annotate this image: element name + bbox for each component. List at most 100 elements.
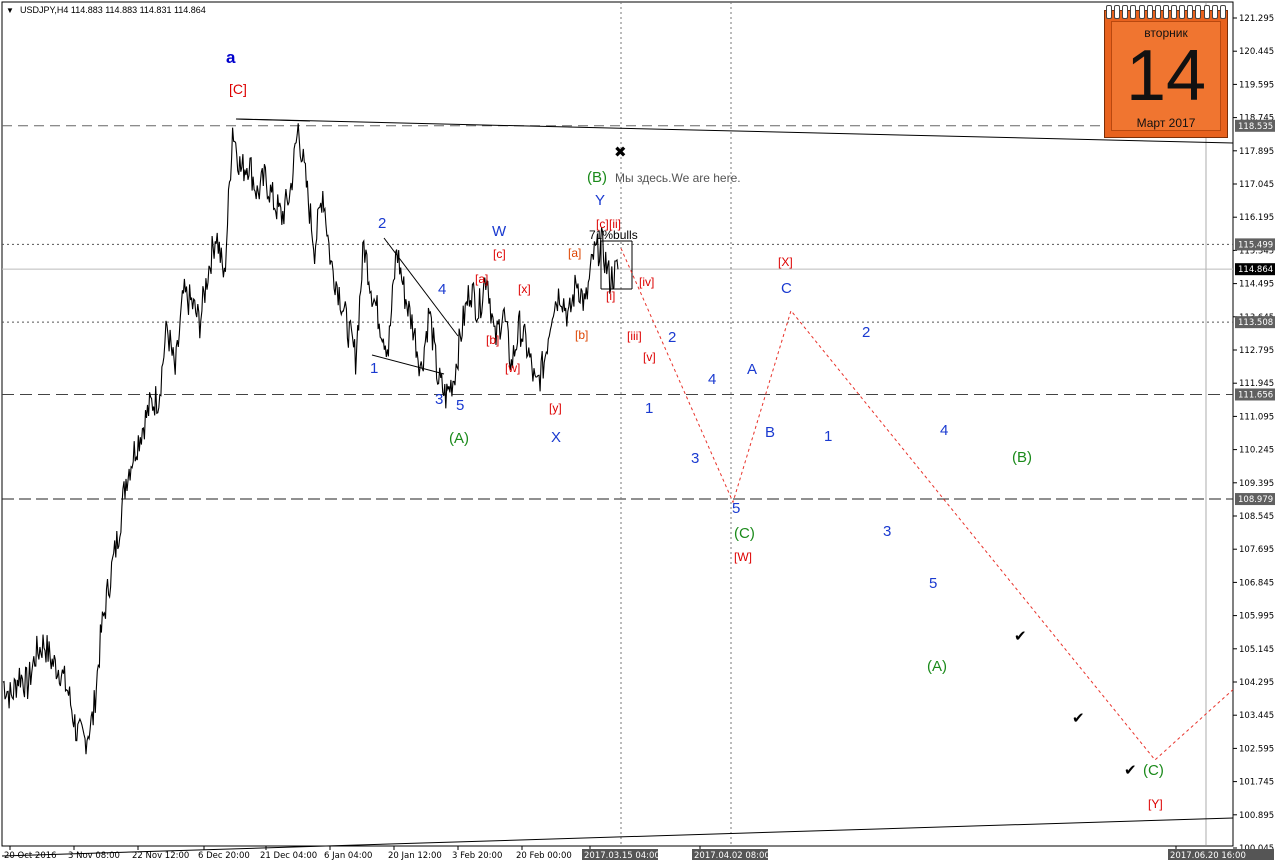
wave-label: Y (595, 192, 605, 209)
level-label-text: 118.535 (1238, 122, 1273, 132)
wave-label: (C) (734, 525, 755, 542)
wave-label: 3 (435, 391, 443, 408)
y-tick-label: 111.945 (1239, 379, 1274, 389)
wave-label: (C) (1143, 762, 1164, 779)
wave-label: [v] (643, 350, 656, 364)
y-tick-label: 100.895 (1239, 811, 1274, 821)
wave-label: 2 (668, 329, 676, 346)
wave-label: ✔ (1124, 762, 1137, 779)
y-tick-label: 121.295 (1239, 14, 1274, 24)
wave-label: 4 (940, 422, 948, 439)
wave-label: [Y] (1148, 797, 1163, 811)
x-tick-label: 2017.06.20 16:00 (1170, 851, 1246, 861)
level-label-text: 108.979 (1238, 495, 1273, 505)
wave-label: [i] (606, 289, 615, 303)
level-label-text: 114.864 (1238, 265, 1273, 275)
x-tick-label: 6 Jan 04:00 (324, 851, 372, 861)
calendar-page: вторник 14 Март 2017 (1111, 21, 1221, 131)
wave-label: 5 (929, 575, 937, 592)
x-tick-label: 20 Oct 2016 (4, 851, 57, 861)
wave-label: (A) (449, 430, 469, 447)
header-arrow-icon[interactable]: ▼ (6, 6, 14, 15)
wave-label: [X] (778, 255, 793, 269)
wave-label: [iv] (639, 275, 654, 289)
wave-label: ✔ (1072, 710, 1085, 727)
x-tick-label: 3 Feb 20:00 (452, 851, 502, 861)
y-tick-label: 114.495 (1239, 280, 1274, 290)
wave-label: X (551, 429, 561, 446)
price-chart[interactable]: a[C]Мы здесь.We are here.(B)Y71%bulls[c]… (0, 0, 1276, 866)
x-tick-label: 21 Dec 04:00 (260, 851, 317, 861)
y-tick-label: 112.795 (1239, 346, 1274, 356)
wave-label: 4 (438, 281, 446, 298)
x-tick-label: 6 Dec 20:00 (198, 851, 250, 861)
chart-background (0, 0, 1276, 866)
wave-label: [c] (493, 247, 506, 261)
wave-label: [b] (486, 333, 499, 347)
wave-label: C (781, 280, 792, 297)
header-symbol-ohlc: USDJPY,H4 114.883 114.883 114.831 114.86… (20, 5, 206, 15)
wave-label: (B) (587, 169, 607, 186)
wave-label: [w] (505, 361, 520, 375)
wave-label: B (765, 424, 775, 441)
wave-label: A (747, 361, 757, 378)
calendar-month: Март 2017 (1136, 116, 1196, 130)
y-tick-label: 111.095 (1239, 412, 1274, 422)
y-tick-label: 110.245 (1239, 446, 1274, 456)
wave-label: Мы здесь.We are here. (615, 171, 741, 185)
wave-label: W (492, 223, 507, 240)
calendar-rings (1105, 5, 1227, 19)
x-tick-label: 3 Nov 08:00 (68, 851, 120, 861)
level-label-text: 113.508 (1238, 318, 1273, 328)
y-tick-label: 116.195 (1239, 213, 1274, 223)
y-tick-label: 107.695 (1239, 545, 1274, 555)
wave-label: 1 (824, 428, 832, 445)
wave-label: [c] (596, 217, 609, 231)
wave-label: 5 (456, 397, 464, 414)
y-tick-label: 117.045 (1239, 180, 1274, 190)
x-tick-label: 20 Jan 12:00 (388, 851, 442, 861)
wave-label: [x] (518, 282, 531, 296)
y-tick-label: 105.995 (1239, 612, 1274, 622)
wave-label: 1 (370, 360, 378, 377)
y-tick-label: 106.845 (1239, 578, 1274, 588)
y-tick-label: 117.895 (1239, 147, 1274, 157)
calendar-day: 14 (1125, 36, 1207, 116)
wave-label: [C] (229, 81, 247, 97)
y-tick-label: 101.745 (1239, 778, 1274, 788)
wave-label: [b] (575, 328, 588, 342)
y-tick-label: 102.595 (1239, 744, 1274, 754)
wave-label: 3 (691, 450, 699, 467)
wave-label: [W] (734, 550, 752, 564)
wave-label: [iii] (627, 329, 642, 343)
wave-label: ✔ (1014, 628, 1027, 645)
y-tick-label: 105.145 (1239, 645, 1274, 655)
wave-label: (A) (927, 658, 947, 675)
level-label-text: 115.499 (1238, 240, 1273, 250)
x-tick-label: 2017.03.15 04:00 (584, 851, 660, 861)
wave-label: [a] (568, 246, 581, 260)
calendar-widget: вторник 14 Март 2017 (1104, 5, 1228, 138)
wave-label: 1 (645, 400, 653, 417)
wave-label: [a] (475, 272, 488, 286)
chart-header: ▼ USDJPY,H4 114.883 114.883 114.831 114.… (6, 5, 206, 15)
wave-label: [y] (549, 401, 562, 415)
wave-label: 2 (378, 215, 386, 232)
wave-label: ✖ (614, 144, 627, 161)
y-tick-label: 103.445 (1239, 711, 1274, 721)
x-tick-label: 2017.04.02 08:00 (694, 851, 770, 861)
wave-label: 5 (732, 500, 740, 517)
x-tick-label: 20 Feb 00:00 (516, 851, 572, 861)
y-tick-label: 108.545 (1239, 512, 1274, 522)
y-tick-label: 104.295 (1239, 678, 1274, 688)
wave-label: 2 (862, 324, 870, 341)
y-tick-label: 109.395 (1239, 479, 1274, 489)
level-label-text: 111.656 (1238, 390, 1273, 400)
y-tick-label: 119.595 (1239, 80, 1274, 90)
x-tick-label: 22 Nov 12:00 (132, 851, 189, 861)
wave-label: (B) (1012, 449, 1032, 466)
wave-label: 3 (883, 523, 891, 540)
wave-label: 4 (708, 371, 716, 388)
wave-label: [ii] (609, 217, 621, 231)
wave-label: a (226, 48, 236, 67)
